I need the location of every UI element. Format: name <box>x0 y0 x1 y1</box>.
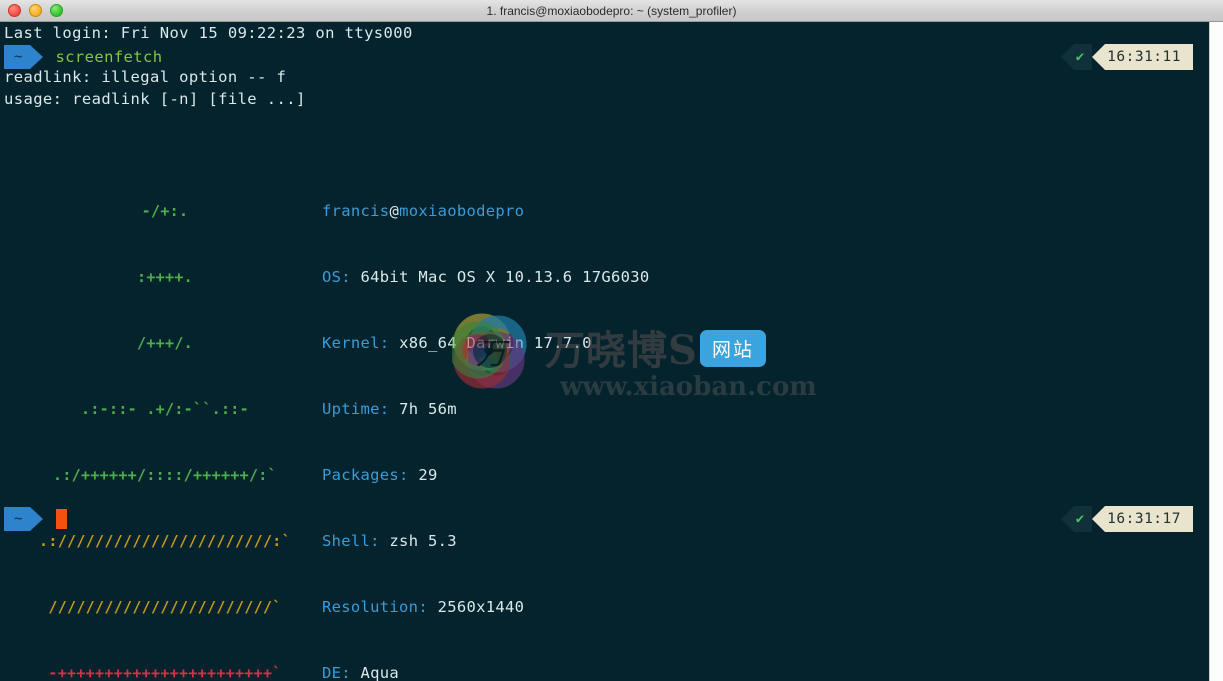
prompt-line-2: ~ ✔ 16:31:17 <box>0 506 1209 532</box>
ascii-art-apple-logo: -/+:. :++++. /+++/. .:-::- .+/:-``.::- .… <box>0 156 330 681</box>
sysinfo-row-kernel: Kernel: x86_64 Darwin 17.7.0 <box>322 332 669 354</box>
sysinfo-user: francis <box>322 202 390 220</box>
ascii-row: /+++/. <box>137 334 193 352</box>
sysinfo-host: moxiaobodepro <box>399 202 525 220</box>
sysinfo-key: OS: <box>322 268 351 286</box>
prompt-home-glyph-2: ~ <box>4 507 31 531</box>
badge-arrow-cream-icon-2 <box>1092 506 1106 532</box>
sysinfo-key: Shell: <box>322 532 380 550</box>
sysinfo-row-uptime: Uptime: 7h 56m <box>322 398 669 420</box>
prompt-arrow-icon-2 <box>30 507 44 531</box>
sysinfo-value: 2560x1440 <box>427 598 525 616</box>
error-line-2: usage: readlink [-n] [file ...] <box>4 90 306 108</box>
sysinfo-value: Aqua <box>350 664 400 681</box>
sysinfo-userhost: francis@moxiaobodepro <box>322 200 669 222</box>
sysinfo-at: @ <box>389 202 400 220</box>
timestamp-1: 16:31:11 <box>1105 44 1193 70</box>
sysinfo-row-packages: Packages: 29 <box>322 464 669 486</box>
sysinfo-row-de: DE: Aqua <box>322 662 669 681</box>
sysinfo-value: zsh 5.3 <box>379 532 457 550</box>
badge-arrow-cream-icon-1 <box>1092 44 1106 70</box>
sysinfo-key: Resolution: <box>322 598 428 616</box>
sysinfo-value: 29 <box>408 466 438 484</box>
last-login-line: Last login: Fri Nov 15 09:22:23 on ttys0… <box>4 24 413 42</box>
sysinfo-key: Kernel: <box>322 334 390 352</box>
sysinfo-row-os: OS: 64bit Mac OS X 10.13.6 17G6030 <box>322 266 669 288</box>
ascii-row: :++++. <box>137 268 193 286</box>
error-line-1: readlink: illegal option -- f <box>4 68 287 86</box>
system-info-block: francis@moxiaobodepro OS: 64bit Mac OS X… <box>322 156 669 681</box>
prompt-segment-2: ~ <box>4 506 44 532</box>
status-check-icon-1: ✔ <box>1073 44 1093 70</box>
ascii-row: -+++++++++++++++++++++++` <box>48 664 282 681</box>
vertical-scrollbar[interactable] <box>1209 22 1223 681</box>
ascii-row: ////////////////////////` <box>48 598 282 616</box>
text-cursor[interactable] <box>56 509 67 529</box>
sysinfo-value: 64bit Mac OS X 10.13.6 17G6030 <box>350 268 650 286</box>
ascii-row: -/+:. <box>141 202 189 220</box>
sysinfo-row-shell: Shell: zsh 5.3 <box>322 530 669 552</box>
sysinfo-key: DE: <box>322 664 351 681</box>
badge-arrow-dark-icon-2 <box>1060 506 1074 532</box>
status-badge-2: ✔ 16:31:17 <box>1060 506 1193 532</box>
ascii-row: .:///////////////////////:` <box>39 532 291 550</box>
watermark-website-button[interactable]: 网站 <box>700 330 767 367</box>
ascii-row: .:-::- .+/:-``.::- <box>81 400 249 418</box>
terminal-content[interactable]: Last login: Fri Nov 15 09:22:23 on ttys0… <box>0 22 1209 681</box>
sysinfo-row-resolution: Resolution: 2560x1440 <box>322 596 669 618</box>
status-badge-1: ✔ 16:31:11 <box>1060 44 1193 70</box>
window-titlebar: 1. francis@moxiaobodepro: ~ (system_prof… <box>0 0 1223 22</box>
badge-arrow-dark-icon-1 <box>1060 44 1074 70</box>
window-title: 1. francis@moxiaobodepro: ~ (system_prof… <box>486 4 737 18</box>
sysinfo-value: 7h 56m <box>389 400 457 418</box>
sysinfo-value: x86_64 Darwin 17.7.0 <box>389 334 592 352</box>
sysinfo-key: Uptime: <box>322 400 390 418</box>
status-check-icon-2: ✔ <box>1073 506 1093 532</box>
sysinfo-key: Packages: <box>322 466 409 484</box>
timestamp-2: 16:31:17 <box>1105 506 1193 532</box>
command-text-1: screenfetch <box>55 48 163 66</box>
ascii-row: .:/++++++/::::/++++++/:` <box>53 466 277 484</box>
terminal-window: 1. francis@moxiaobodepro: ~ (system_prof… <box>0 0 1223 681</box>
